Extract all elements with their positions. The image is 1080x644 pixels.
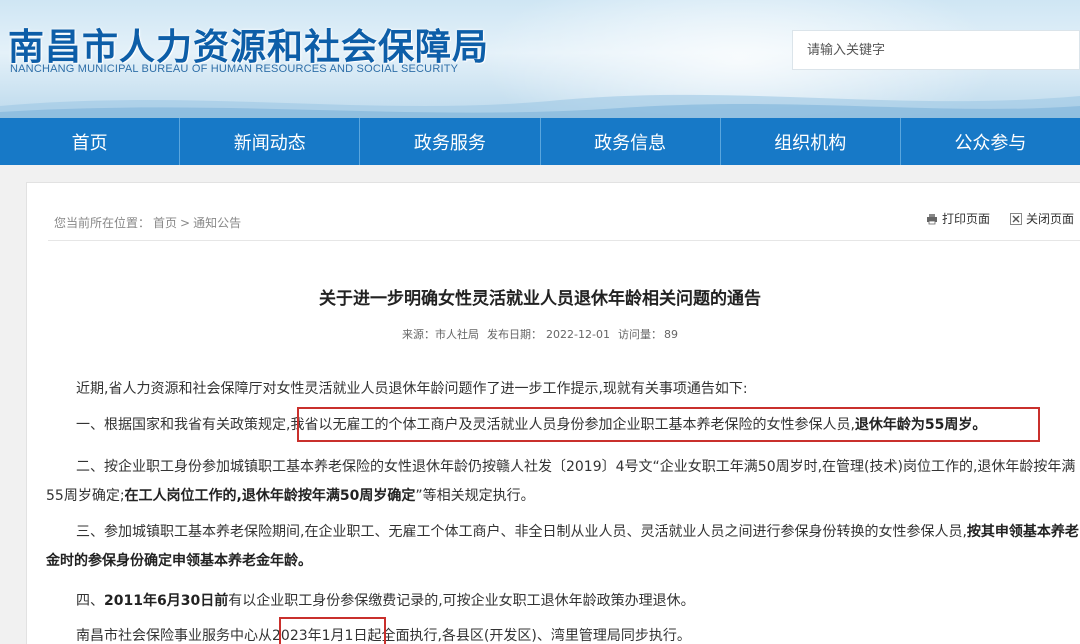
close-icon xyxy=(1009,212,1022,225)
p3-lead: 三、参加城镇职工基本养老保险期间,在企业职工、无雇工个体工商户、非全日制从业人员… xyxy=(76,524,967,540)
breadcrumb-prefix: 您当前所在位置： xyxy=(54,216,151,230)
print-page-label: 打印页面 xyxy=(941,212,990,226)
breadcrumb-current[interactable]: 通知公告 xyxy=(193,216,241,230)
article-meta: 来源：市人社局 发布日期： 2022-12-01 访问量： 89 xyxy=(0,326,1080,342)
article-paragraph-intro: 近期,省人力资源和社会保障厅对女性灵活就业人员退休年龄问题作了进一步工作提示,现… xyxy=(76,381,748,397)
article-paragraph-5: 南昌市社会保险事业服务中心从2023年1月1日起全面执行,各县区(开发区)、湾里… xyxy=(76,628,691,644)
nav-item-home[interactable]: 首页 xyxy=(0,118,181,165)
banner-wave xyxy=(0,94,1080,118)
article-paragraph-4: 四、2011年6月30日前有以企业职工身份参保缴费记录的,可按企业女职工退休年龄… xyxy=(46,587,1080,616)
p1-highlight: 我省以无雇工的个体工商户及灵活就业人员身份参加企业职工基本养老保险的女性参保人员… xyxy=(290,417,855,433)
header-banner: 南昌市人力资源和社会保障局 NANCHANG MUNICIPAL BUREAU … xyxy=(0,0,1080,118)
p2-bold: 在工人岗位工作的,退休年龄按年满50周岁确定 xyxy=(124,488,416,504)
print-page-button[interactable]: 打印页面 xyxy=(926,210,990,227)
close-page-label: 关闭页面 xyxy=(1025,212,1074,226)
p1-lead: 一、根据国家和我省有关政策规定, xyxy=(76,417,291,433)
views-label-text: 访问量： xyxy=(617,328,662,341)
nav-item-public-participation[interactable]: 公众参与 xyxy=(901,118,1080,165)
nav-item-gov-services[interactable]: 政务服务 xyxy=(360,118,541,165)
p4-tail: 有以企业职工身份参保缴费记录的,可按企业女职工退休年龄政策办理退休。 xyxy=(228,593,695,609)
article-date-label: 发布日期： 2022-12-01 xyxy=(487,328,610,341)
p4-lead: 四、 xyxy=(76,593,104,609)
breadcrumb-divider xyxy=(48,240,1080,241)
p1-bold: 退休年龄为55周岁。 xyxy=(854,417,987,433)
main-nav: 首页 新闻动态 政务服务 政务信息 组织机构 公众参与 xyxy=(0,118,1080,165)
search-box xyxy=(792,30,1080,70)
article-paragraph-1: 一、根据国家和我省有关政策规定,我省以无雇工的个体工商户及灵活就业人员身份参加企… xyxy=(46,411,1080,440)
breadcrumb: 您当前所在位置： 首页 > 通知公告 xyxy=(54,214,244,231)
article-paragraph-2: 二、按企业职工身份参加城镇职工基本养老保险的女性退休年龄仍按赣人社发〔2019〕… xyxy=(46,453,1080,511)
printer-icon xyxy=(926,213,937,224)
article-date: 2022-12-01 xyxy=(546,328,610,341)
article-title: 关于进一步明确女性灵活就业人员退休年龄相关问题的通告 xyxy=(319,289,761,309)
p4-bold: 2011年6月30日前 xyxy=(104,593,229,609)
close-page-button[interactable]: 关闭页面 xyxy=(1009,210,1074,227)
nav-item-organization[interactable]: 组织机构 xyxy=(721,118,901,165)
article-views: 89 xyxy=(663,328,678,341)
page-tools: 打印页面 关闭页面 xyxy=(926,210,1074,227)
breadcrumb-separator: > xyxy=(180,216,191,230)
search-input[interactable] xyxy=(793,31,1079,69)
site-subtitle: NANCHANG MUNICIPAL BUREAU OF HUMAN RESOU… xyxy=(10,63,459,75)
article-paragraph-3: 三、参加城镇职工基本养老保险期间,在企业职工、无雇工个体工商户、非全日制从业人员… xyxy=(46,518,1080,576)
p2-tail: ”等相关规定执行。 xyxy=(415,488,535,504)
date-label-text: 发布日期： xyxy=(487,328,543,341)
article-views-label: 访问量： 89 xyxy=(618,328,678,341)
breadcrumb-home-link[interactable]: 首页 xyxy=(153,216,177,230)
nav-item-gov-info[interactable]: 政务信息 xyxy=(541,118,721,165)
article-source: 来源：市人社局 xyxy=(402,328,480,341)
nav-item-news[interactable]: 新闻动态 xyxy=(180,118,361,165)
